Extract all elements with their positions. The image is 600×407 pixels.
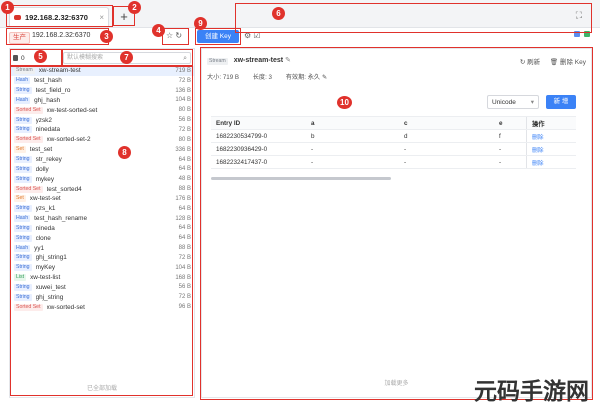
marker-5: 5: [34, 50, 47, 63]
annotation-box-10: [200, 47, 593, 400]
annotation-box-9: [195, 28, 241, 45]
annotation-box-1: [6, 5, 113, 27]
site-watermark: 元码手游网: [474, 379, 589, 405]
marker-8: 8: [118, 146, 131, 159]
marker-3: 3: [100, 30, 113, 43]
marker-4: 4: [152, 24, 165, 37]
annotation-box-4: [162, 28, 189, 45]
marker-6: 6: [272, 7, 285, 20]
annotation-box-3: [6, 28, 109, 45]
marker-10: 10: [337, 96, 352, 109]
annotation-box-6: [235, 3, 592, 33]
annotation-box-8: [10, 66, 193, 396]
marker-2: 2: [128, 1, 141, 14]
marker-1: 1: [1, 1, 14, 14]
marker-9: 9: [194, 17, 207, 30]
app-window: 192.168.2.32:6370 × + ⛶ 生产 192.168.2.32:…: [0, 0, 600, 407]
marker-7: 7: [120, 51, 133, 64]
